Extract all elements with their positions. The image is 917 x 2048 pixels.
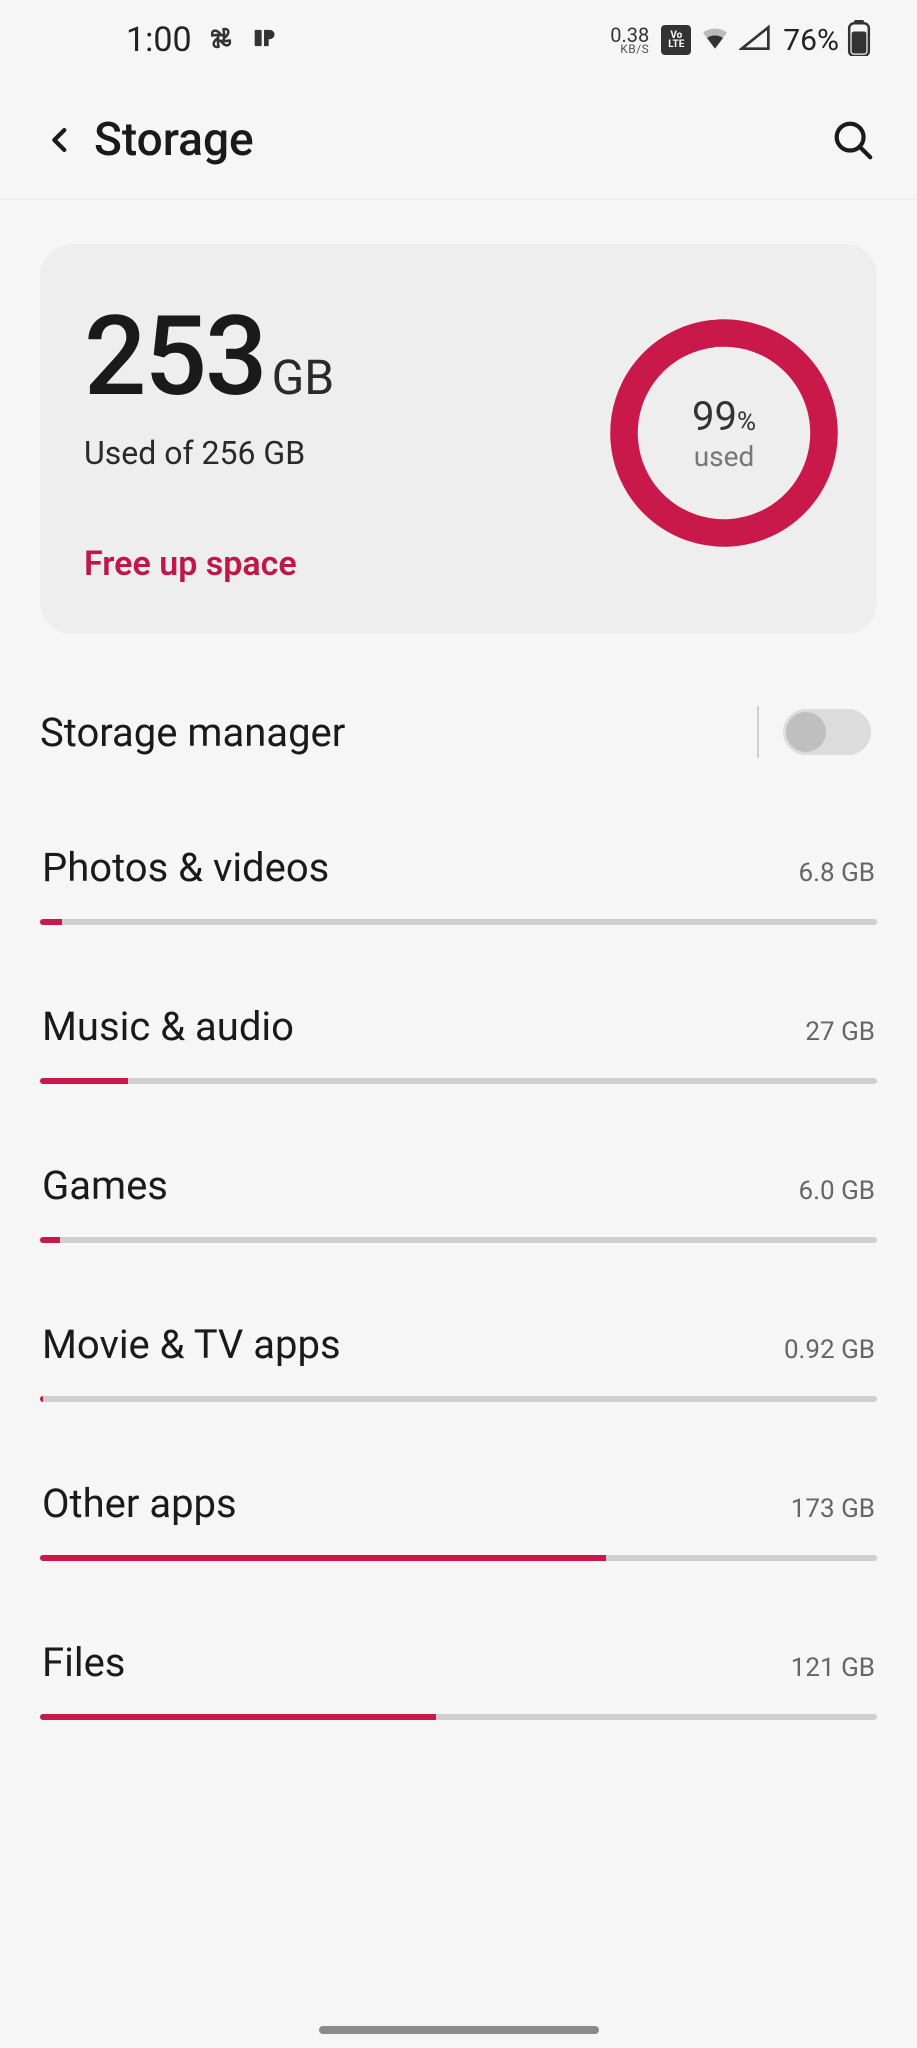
status-time: 1:00 [126,20,192,60]
category-size: 0.92 GB [784,1335,875,1365]
search-button[interactable] [821,108,885,172]
network-speed: 0.38 KB/S [610,26,649,55]
category-bar [40,1237,877,1243]
category-name: Music & audio [42,1003,294,1050]
category-bar [40,1555,877,1561]
back-button[interactable] [32,112,88,168]
category-size: 173 GB [791,1494,875,1524]
category-bar [40,919,877,925]
search-icon [830,117,876,163]
category-size: 6.0 GB [799,1176,875,1206]
status-bar: 1:00 0.38 KB/S VoLTE [0,0,917,80]
storage-manager-toggle[interactable] [783,709,871,755]
battery-percentage: 76% [783,23,839,58]
category-bar [40,1396,877,1402]
storage-used-unit: GB [272,349,335,406]
category-size: 27 GB [805,1017,875,1047]
category-bar-fill [40,919,62,925]
storage-manager-row[interactable]: Storage manager [40,698,877,766]
chevron-left-icon [43,123,77,157]
category-bar-fill [40,1078,128,1084]
storage-category-row[interactable]: Music & audio 27 GB [40,1003,877,1084]
category-bar [40,1714,877,1720]
donut-label: used [692,440,756,473]
donut-percent: 99% [692,393,756,440]
app-bar: Storage [0,80,917,200]
battery-icon [847,20,871,60]
storage-category-row[interactable]: Other apps 173 GB [40,1480,877,1561]
category-name: Photos & videos [42,844,329,891]
category-bar [40,1078,877,1084]
card-icon [250,24,278,56]
category-name: Other apps [42,1480,237,1527]
storage-used-value: 253 [84,302,266,412]
storage-summary-card: 253 GB Used of 256 GB Free up space 99% … [40,244,877,634]
category-bar-fill [40,1396,43,1402]
storage-donut-chart: 99% used [599,308,849,558]
page-title: Storage [94,113,821,167]
storage-category-row[interactable]: Files 121 GB [40,1639,877,1720]
volte-icon: VoLTE [661,25,691,55]
storage-manager-label: Storage manager [40,709,345,756]
storage-category-row[interactable]: Games 6.0 GB [40,1162,877,1243]
signal-icon [739,22,771,58]
category-name: Movie & TV apps [42,1321,341,1368]
storage-category-row[interactable]: Movie & TV apps 0.92 GB [40,1321,877,1402]
wifi-icon [699,22,731,58]
category-size: 6.8 GB [799,858,875,888]
category-bar-fill [40,1555,606,1561]
category-bar-fill [40,1237,60,1243]
pinwheel-icon [206,23,236,57]
category-name: Games [42,1162,168,1209]
divider [757,706,759,758]
category-size: 121 GB [791,1653,875,1683]
storage-category-row[interactable]: Photos & videos 6.8 GB [40,844,877,925]
home-indicator[interactable] [319,2026,599,2034]
category-bar-fill [40,1714,436,1720]
category-name: Files [42,1639,125,1686]
